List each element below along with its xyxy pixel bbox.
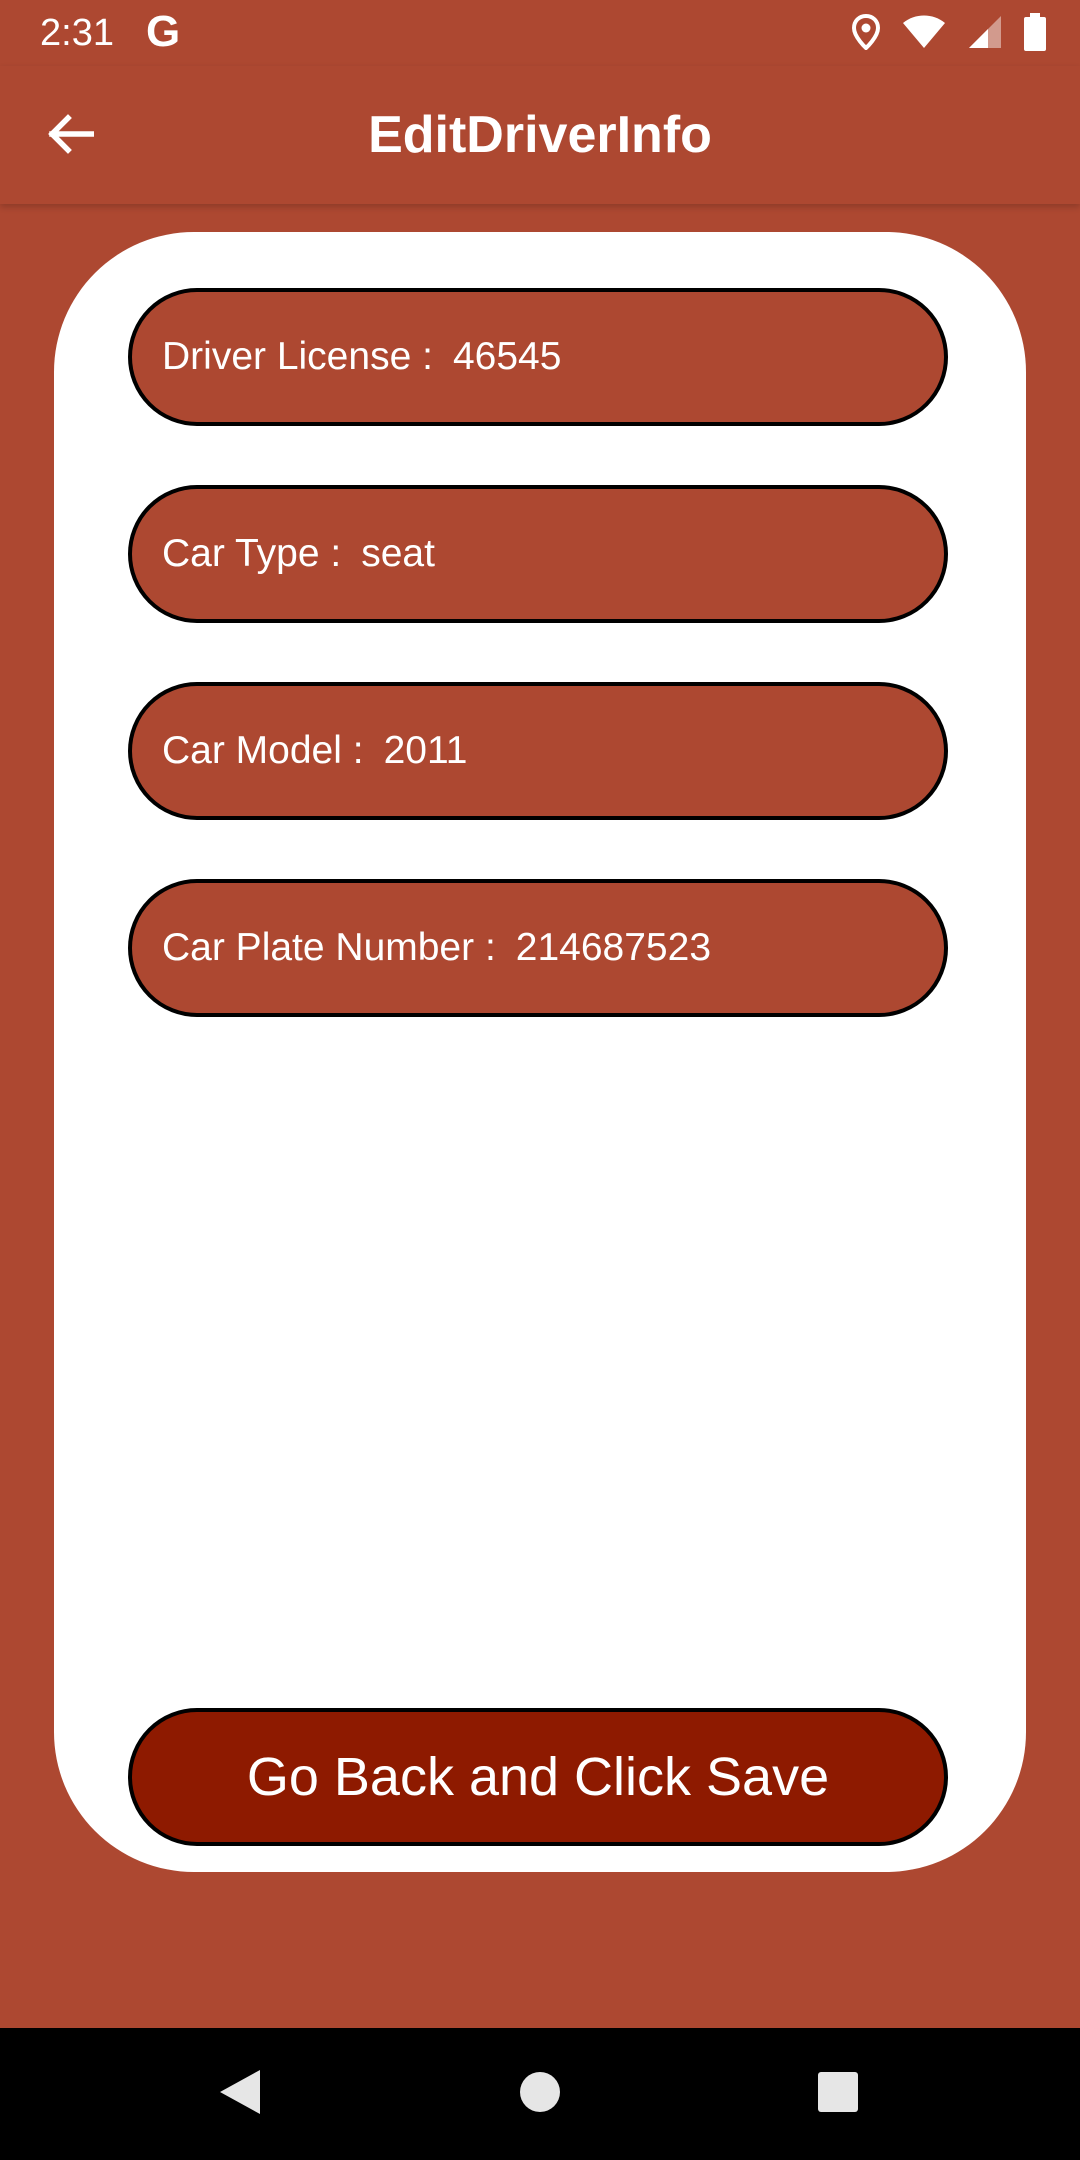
status-bar: 2:31 G bbox=[0, 0, 1080, 66]
recents-square-icon bbox=[817, 2071, 859, 2118]
app-bar: EditDriverInfo bbox=[0, 66, 1080, 204]
field-label: Car Type : bbox=[162, 532, 342, 575]
car-plate-number-field[interactable]: Car Plate Number : 214687523 bbox=[128, 879, 948, 1017]
field-label: Driver License : bbox=[162, 335, 433, 378]
arrow-left-icon bbox=[46, 113, 95, 159]
field-label: Car Model : bbox=[162, 729, 364, 772]
field-value: 2011 bbox=[383, 729, 468, 772]
nav-back-button[interactable] bbox=[180, 2028, 300, 2160]
field-value: 46545 bbox=[452, 335, 562, 378]
nav-home-button[interactable] bbox=[480, 2028, 600, 2160]
driver-info-card: Driver License : 46545 Car Type : seat C… bbox=[54, 232, 1026, 1872]
car-model-field[interactable]: Car Model : 2011 bbox=[128, 682, 948, 820]
back-button[interactable] bbox=[40, 106, 100, 166]
car-type-field[interactable]: Car Type : seat bbox=[128, 485, 948, 623]
go-back-save-button[interactable]: Go Back and Click Save bbox=[128, 1708, 948, 1846]
location-icon bbox=[851, 13, 881, 55]
google-icon: G bbox=[146, 7, 181, 56]
field-value: 214687523 bbox=[515, 926, 712, 969]
page-title: EditDriverInfo bbox=[368, 106, 712, 164]
driver-license-field[interactable]: Driver License : 46545 bbox=[128, 288, 948, 426]
field-value: seat bbox=[361, 532, 435, 575]
status-time: 2:31 bbox=[40, 12, 114, 54]
nav-recents-button[interactable] bbox=[778, 2028, 898, 2160]
back-triangle-icon bbox=[218, 2068, 262, 2121]
battery-icon bbox=[1024, 12, 1046, 56]
status-icons bbox=[851, 12, 1046, 56]
system-nav-bar bbox=[0, 2028, 1080, 2160]
wifi-icon bbox=[902, 15, 946, 54]
field-label: Car Plate Number : bbox=[162, 926, 496, 969]
home-circle-icon bbox=[518, 2070, 562, 2119]
signal-icon bbox=[968, 15, 1002, 54]
